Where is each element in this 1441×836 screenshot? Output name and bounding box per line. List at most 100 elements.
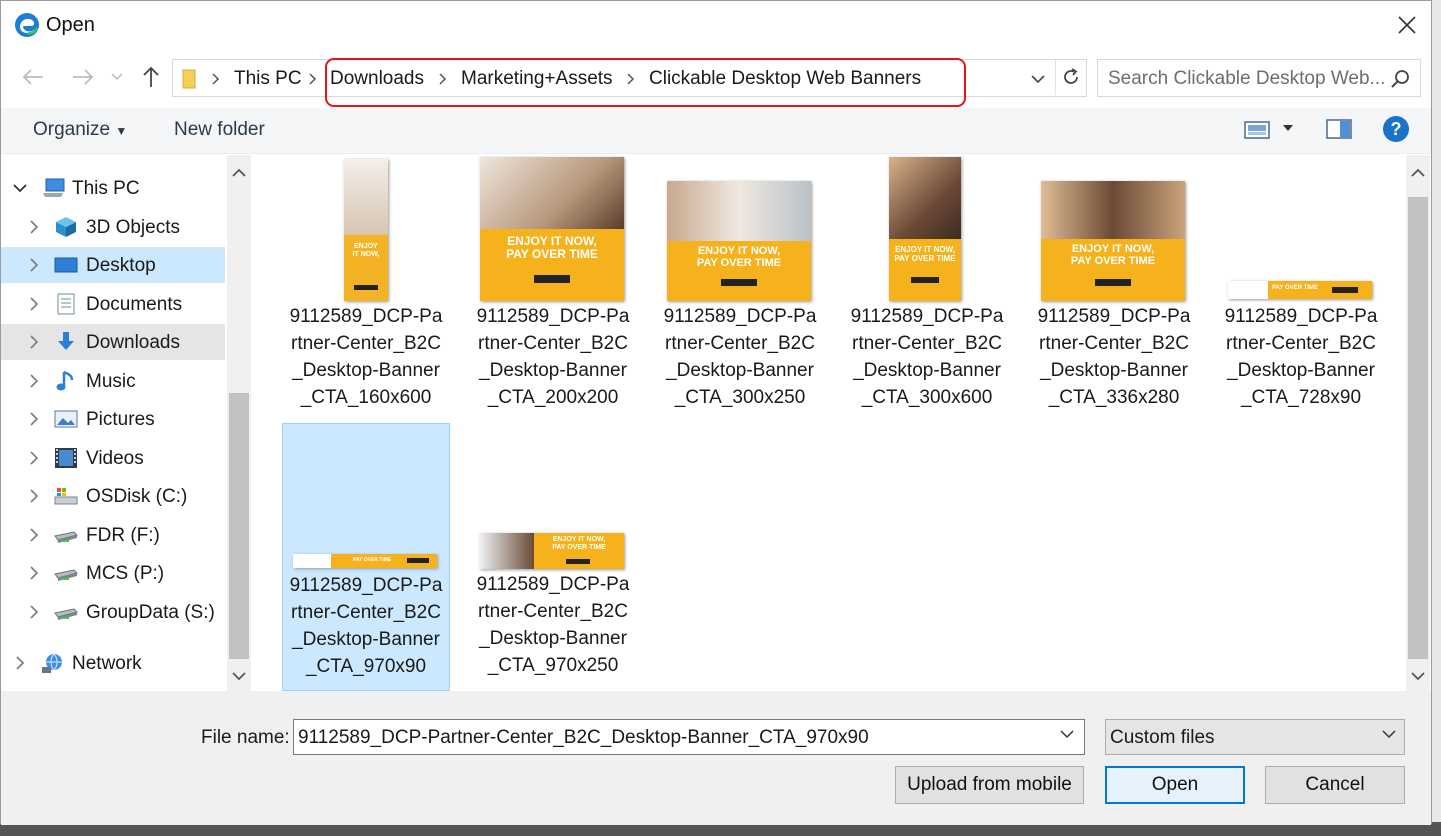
sidebar-scrollbar[interactable] bbox=[227, 155, 251, 691]
view-dropdown-icon[interactable] bbox=[1282, 124, 1294, 132]
sidebar-item-osdisk[interactable]: OSDisk (C:) bbox=[1, 478, 225, 514]
banner-photo bbox=[480, 533, 534, 569]
back-button[interactable] bbox=[19, 63, 47, 91]
open-button[interactable]: Open bbox=[1105, 766, 1245, 804]
sidebar-item-label: GroupData (S:) bbox=[86, 602, 215, 623]
chevron-right-icon[interactable] bbox=[27, 566, 41, 580]
file-type-select[interactable]: Custom files bbox=[1105, 719, 1405, 755]
chevron-right-icon[interactable] bbox=[27, 605, 41, 619]
file-item[interactable]: PAY OVER TIME 9112589_DCP-Pa rtner-Center… bbox=[1218, 155, 1386, 423]
sidebar-item-mcs[interactable]: MCS (P:) bbox=[1, 555, 225, 591]
file-thumbnail: ENJOY IT NOW, PAY OVER TIME bbox=[889, 157, 961, 301]
scroll-up-icon[interactable] bbox=[232, 165, 246, 179]
chevron-right-icon[interactable] bbox=[27, 220, 41, 234]
chevron-right-icon[interactable] bbox=[27, 297, 41, 311]
view-options-icon[interactable] bbox=[1244, 120, 1270, 140]
banner-logo-area bbox=[293, 554, 331, 568]
sidebar-item-label: OSDisk (C:) bbox=[86, 486, 188, 507]
sidebar-item-desktop[interactable]: Desktop bbox=[1, 247, 225, 283]
banner-cta bbox=[1332, 287, 1358, 293]
sidebar-item-label: MCS (P:) bbox=[86, 563, 165, 584]
chevron-right-icon[interactable] bbox=[27, 258, 41, 272]
file-list-scrollbar[interactable] bbox=[1406, 155, 1430, 691]
file-item-selected[interactable]: PAY OVER TIME 9112589_DCP-Pa rtner-Center… bbox=[282, 423, 450, 691]
command-bar: Organize ▼ New folder ? bbox=[1, 108, 1431, 154]
svg-text:?: ? bbox=[1391, 119, 1402, 139]
search-icon bbox=[1391, 70, 1409, 88]
refresh-button[interactable] bbox=[1055, 59, 1085, 95]
file-name: 9112589_DCP-Pa rtner-Center_B2C _Desktop-B… bbox=[850, 306, 1004, 408]
file-name: 9112589_DCP-Pa rtner-Center_B2C _Desktop-B… bbox=[289, 306, 443, 408]
file-item[interactable]: ENJOY IT NOW, PAY OVER TIME 9112589_DCP-P… bbox=[1031, 155, 1199, 423]
file-item[interactable]: ENJOY IT NOW, PAY OVER TIME 9112589_DCP-P… bbox=[470, 423, 638, 691]
scroll-up-icon[interactable] bbox=[1411, 165, 1425, 179]
banner-headline: ENJOY IT NOW, PAY OVER TIME bbox=[894, 245, 956, 263]
new-folder-button[interactable]: New folder bbox=[174, 119, 265, 141]
scroll-down-icon[interactable] bbox=[1411, 669, 1425, 683]
chevron-right-icon[interactable] bbox=[27, 335, 41, 349]
chevron-right-icon[interactable] bbox=[27, 489, 41, 503]
chevron-down-icon bbox=[1031, 74, 1045, 83]
breadcrumb-this-pc[interactable]: This PC bbox=[234, 68, 302, 90]
chevron-right-icon bbox=[212, 73, 220, 85]
file-thumbnail: PAY OVER TIME bbox=[293, 554, 437, 568]
sidebar-item-pictures[interactable]: Pictures bbox=[1, 401, 225, 437]
sidebar-item-label: 3D Objects bbox=[86, 217, 180, 238]
file-item[interactable]: ENJOY IT NOW, 9112589_DCP-Pa rtner-Center_… bbox=[283, 155, 451, 423]
sidebar-item-downloads[interactable]: Downloads bbox=[1, 324, 225, 360]
search-box[interactable]: Search Clickable Desktop Web... bbox=[1097, 59, 1421, 97]
sidebar-item-label: Desktop bbox=[86, 255, 156, 276]
file-name: 9112589_DCP-Pa rtner-Center_B2C _Desktop-B… bbox=[289, 575, 443, 677]
document-icon bbox=[57, 293, 75, 315]
chevron-right-icon[interactable] bbox=[27, 451, 41, 465]
chevron-down-icon bbox=[111, 73, 123, 81]
forward-button[interactable] bbox=[69, 63, 97, 91]
upload-from-mobile-button[interactable]: Upload from mobile bbox=[895, 766, 1084, 804]
up-button[interactable] bbox=[137, 63, 165, 91]
file-name-input[interactable]: 9112589_DCP-Partner-Center_B2C_Desktop-B… bbox=[293, 719, 1085, 755]
sidebar-item-network[interactable]: Network bbox=[1, 645, 225, 681]
sidebar-item-fdr[interactable]: FDR (F:) bbox=[1, 517, 225, 553]
music-icon bbox=[56, 370, 74, 391]
file-thumbnail: PAY OVER TIME bbox=[1228, 281, 1372, 299]
file-item[interactable]: ENJOY IT NOW, PAY OVER TIME 9112589_DCP-P… bbox=[844, 155, 1012, 423]
close-button[interactable] bbox=[1387, 7, 1427, 43]
banner-cta bbox=[721, 279, 757, 286]
banner-headline: ENJOY IT NOW, PAY OVER TIME bbox=[552, 536, 606, 551]
sidebar-item-videos[interactable]: Videos bbox=[1, 440, 225, 476]
address-dropdown-button[interactable] bbox=[1027, 68, 1049, 90]
preview-pane-icon[interactable] bbox=[1326, 118, 1352, 140]
file-thumbnail: ENJOY IT NOW, PAY OVER TIME bbox=[480, 157, 624, 301]
sidebar-item-label: Documents bbox=[86, 294, 183, 315]
sidebar-item-music[interactable]: Music bbox=[1, 363, 225, 399]
scroll-down-icon[interactable] bbox=[232, 669, 246, 683]
file-item[interactable]: ENJOY IT NOW, PAY OVER TIME 9112589_DCP-P… bbox=[470, 155, 638, 423]
organize-button[interactable]: Organize ▼ bbox=[33, 119, 127, 141]
file-item[interactable]: ENJOY IT NOW, PAY OVER TIME 9112589_DCP-P… bbox=[657, 155, 825, 423]
scrollbar-thumb[interactable] bbox=[1408, 197, 1428, 659]
sidebar-item-3d-objects[interactable]: 3D Objects bbox=[1, 209, 225, 245]
chevron-down-icon[interactable] bbox=[13, 181, 27, 195]
window-title: Open bbox=[46, 14, 95, 36]
sidebar-item-label: Pictures bbox=[86, 409, 155, 430]
chevron-right-icon[interactable] bbox=[27, 528, 41, 542]
scrollbar-thumb[interactable] bbox=[229, 393, 249, 659]
download-icon bbox=[58, 332, 74, 350]
sidebar-item-label: Videos bbox=[86, 448, 144, 469]
breadcrumb-separator bbox=[306, 72, 320, 86]
arrow-right-icon bbox=[73, 69, 94, 85]
file-name-value: 9112589_DCP-Partner-Center_B2C_Desktop-B… bbox=[298, 727, 869, 748]
title-bar: Open bbox=[1, 1, 1431, 51]
chevron-down-icon[interactable] bbox=[1060, 730, 1074, 739]
chevron-right-icon[interactable] bbox=[27, 412, 41, 426]
banner-cta bbox=[911, 277, 939, 283]
sidebar-item-groupdata[interactable]: GroupData (S:) bbox=[1, 594, 225, 630]
recent-locations-button[interactable] bbox=[107, 63, 127, 91]
cancel-button[interactable]: Cancel bbox=[1265, 766, 1405, 804]
sidebar-item-this-pc[interactable]: This PC bbox=[1, 170, 225, 206]
help-icon[interactable]: ? bbox=[1382, 115, 1410, 143]
chevron-right-icon[interactable] bbox=[27, 374, 41, 388]
sidebar-item-documents[interactable]: Documents bbox=[1, 286, 225, 322]
chevron-right-icon[interactable] bbox=[13, 656, 27, 670]
sidebar-item-label: Downloads bbox=[86, 332, 180, 353]
